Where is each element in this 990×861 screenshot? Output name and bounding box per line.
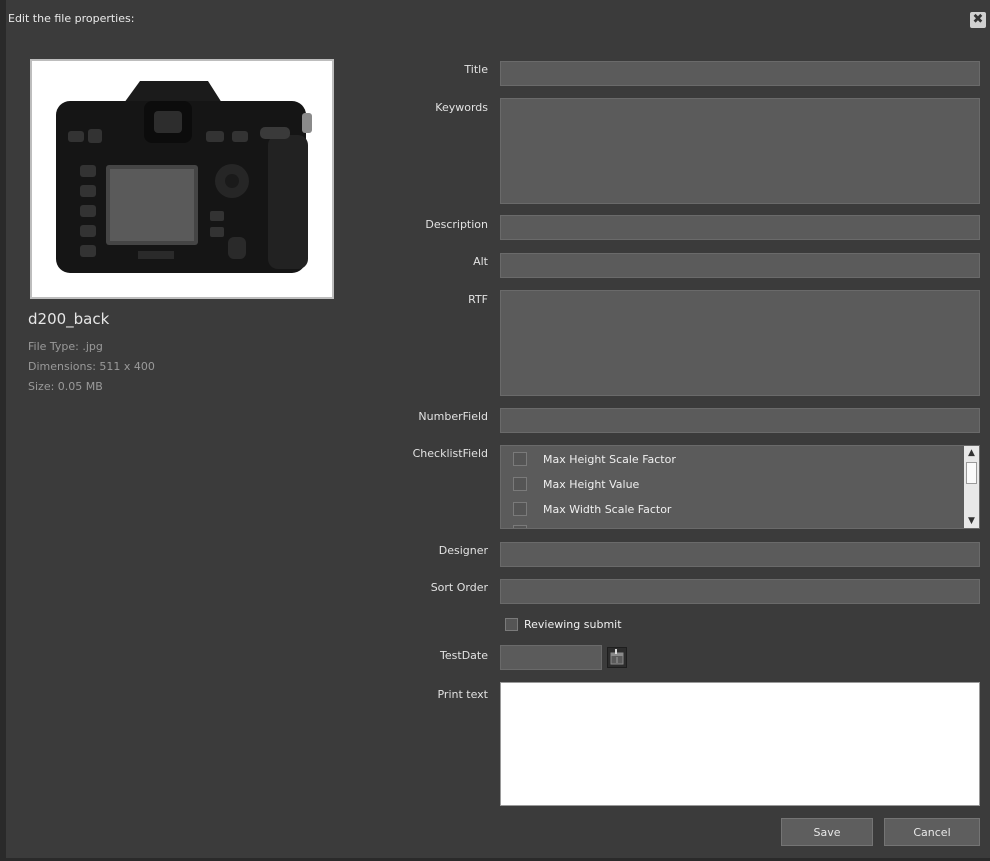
reviewing-submit-row[interactable]: Reviewing submit bbox=[505, 618, 622, 631]
scroll-thumb[interactable] bbox=[966, 462, 977, 484]
reviewing-submit-checkbox[interactable] bbox=[505, 618, 518, 631]
reviewing-submit-label: Reviewing submit bbox=[524, 618, 622, 631]
description-label: Description bbox=[425, 218, 488, 231]
numberfield-label: NumberField bbox=[418, 410, 488, 423]
checklist-item-label: Max Height Scale Factor bbox=[543, 452, 676, 466]
checklist-item-label: Max Height Value bbox=[543, 477, 640, 491]
testdate-input[interactable] bbox=[500, 645, 602, 670]
checklist-field: Max Height Scale Factor Max Height Value… bbox=[500, 445, 980, 529]
file-properties-dialog: Edit the file properties: ✖ d200_back Fi… bbox=[0, 0, 990, 861]
sortorder-input[interactable] bbox=[500, 579, 980, 604]
close-icon[interactable]: ✖ bbox=[970, 12, 986, 28]
checklist-item[interactable]: Max Height Scale Factor bbox=[513, 451, 676, 467]
camera-image-icon bbox=[32, 61, 332, 297]
file-name: d200_back bbox=[28, 310, 110, 328]
printtext-editor[interactable] bbox=[500, 682, 980, 806]
checklist-item[interactable] bbox=[513, 524, 543, 528]
rtf-textarea[interactable] bbox=[500, 290, 980, 396]
cancel-button[interactable]: Cancel bbox=[884, 818, 980, 846]
title-label: Title bbox=[464, 63, 488, 76]
dialog-title: Edit the file properties: bbox=[8, 12, 135, 25]
scroll-up-icon[interactable]: ▲ bbox=[964, 446, 979, 460]
checklist-item[interactable]: Max Height Value bbox=[513, 476, 639, 492]
description-input[interactable] bbox=[500, 215, 980, 240]
keywords-textarea[interactable] bbox=[500, 98, 980, 204]
file-size: Size: 0.05 MB bbox=[28, 380, 103, 393]
file-dimensions: Dimensions: 511 x 400 bbox=[28, 360, 155, 373]
checkbox[interactable] bbox=[513, 477, 527, 491]
calendar-icon-glyph bbox=[610, 649, 624, 665]
checklist-item-label: Max Width Scale Factor bbox=[543, 502, 672, 516]
designer-label: Designer bbox=[438, 544, 488, 557]
rtf-label: RTF bbox=[468, 293, 488, 306]
printtext-label: Print text bbox=[437, 688, 488, 701]
keywords-label: Keywords bbox=[435, 101, 488, 114]
save-button[interactable]: Save bbox=[781, 818, 873, 846]
sortorder-label: Sort Order bbox=[430, 581, 488, 594]
file-type: File Type: .jpg bbox=[28, 340, 103, 353]
checklist-scrollbar[interactable]: ▲ ▼ bbox=[964, 446, 979, 528]
dialog-titlebar: Edit the file properties: ✖ bbox=[6, 0, 990, 32]
testdate-label: TestDate bbox=[440, 649, 488, 662]
scroll-down-icon[interactable]: ▼ bbox=[964, 514, 979, 528]
file-thumbnail bbox=[30, 59, 334, 299]
designer-input[interactable] bbox=[500, 542, 980, 567]
numberfield-input[interactable] bbox=[500, 408, 980, 433]
alt-input[interactable] bbox=[500, 253, 980, 278]
checkbox[interactable] bbox=[513, 452, 527, 466]
checklist-item[interactable]: Max Width Scale Factor bbox=[513, 501, 671, 517]
calendar-icon[interactable] bbox=[607, 647, 627, 668]
checklist-label: ChecklistField bbox=[412, 447, 488, 460]
checkbox[interactable] bbox=[513, 525, 527, 528]
title-input[interactable] bbox=[500, 61, 980, 86]
alt-label: Alt bbox=[473, 255, 488, 268]
checkbox[interactable] bbox=[513, 502, 527, 516]
